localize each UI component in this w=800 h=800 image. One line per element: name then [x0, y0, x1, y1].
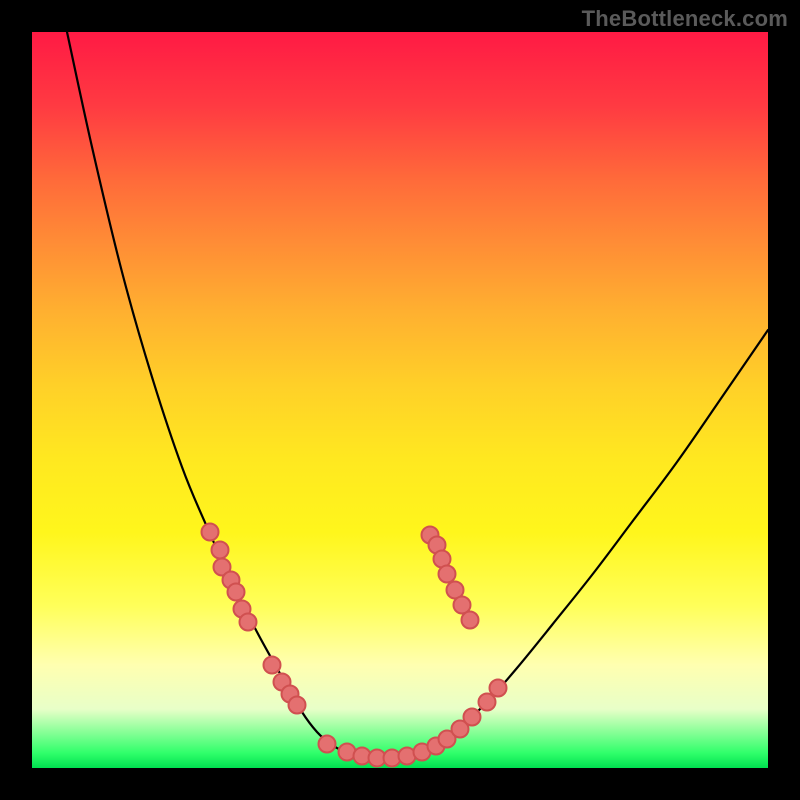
- data-dot: [439, 566, 456, 583]
- data-dot: [228, 584, 245, 601]
- chart-svg: [32, 32, 768, 768]
- curve-left-branch: [67, 32, 347, 753]
- data-dot: [289, 697, 306, 714]
- outer-frame: TheBottleneck.com: [0, 0, 800, 800]
- scatter-dots: [202, 524, 507, 767]
- data-dot: [212, 542, 229, 559]
- plot-area: [32, 32, 768, 768]
- data-dot: [490, 680, 507, 697]
- data-dot: [464, 709, 481, 726]
- data-dot: [479, 694, 496, 711]
- data-dot: [462, 612, 479, 629]
- data-dot: [319, 736, 336, 753]
- data-dot: [240, 614, 257, 631]
- watermark-text: TheBottleneck.com: [582, 6, 788, 32]
- data-dot: [202, 524, 219, 541]
- data-dot: [264, 657, 281, 674]
- curve-group: [67, 32, 768, 759]
- curve-right-branch: [422, 330, 768, 753]
